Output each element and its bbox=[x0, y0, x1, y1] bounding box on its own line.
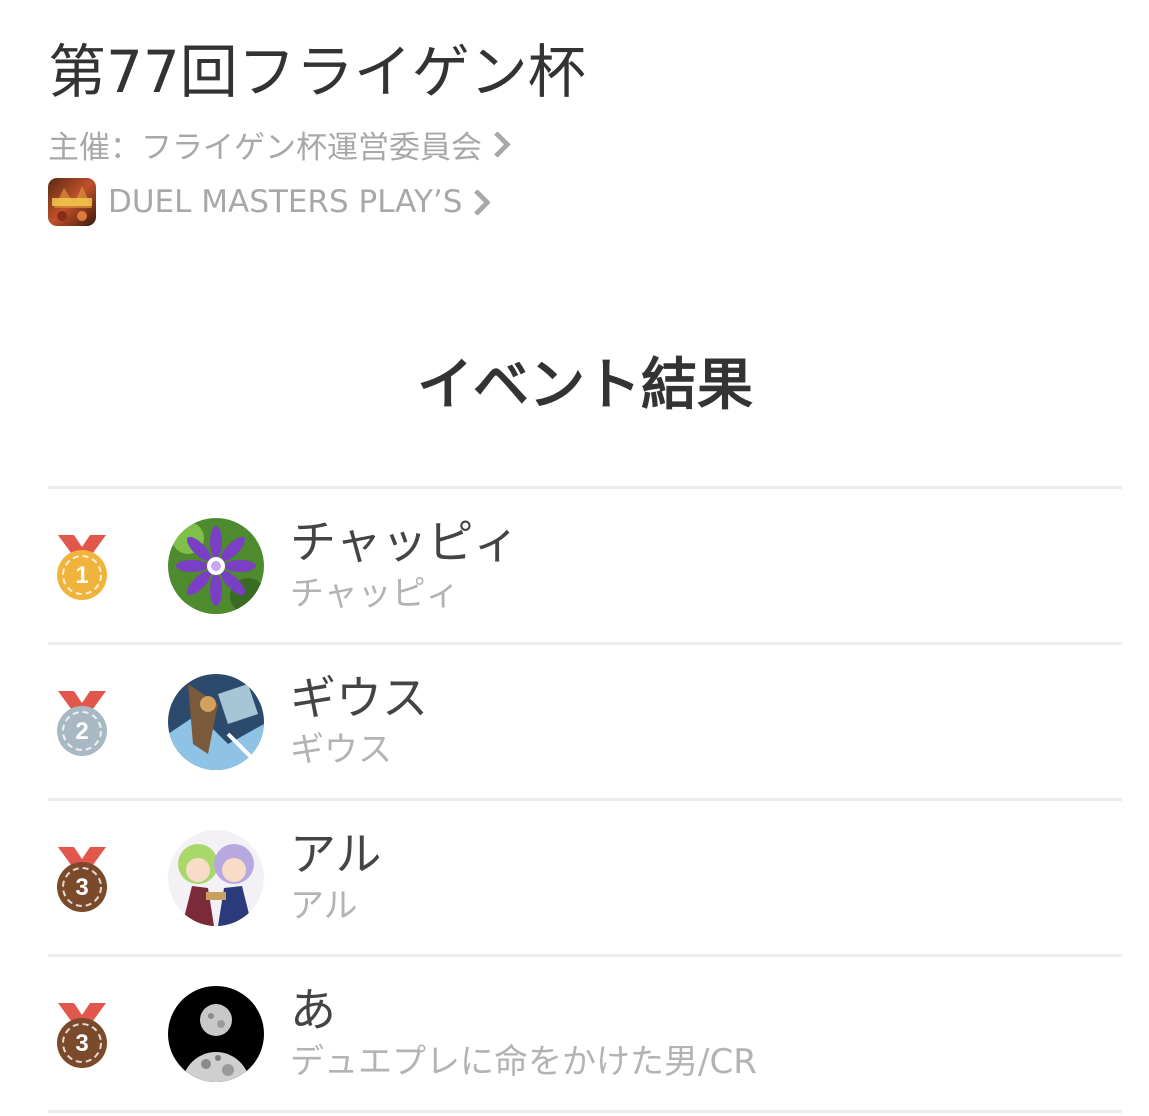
player-names: あ デュエプレに命をかけた男/CR bbox=[290, 981, 757, 1085]
player-names: ギウス ギウス bbox=[290, 669, 428, 773]
avatar[interactable] bbox=[168, 830, 264, 926]
player-names: チャッピィ チャッピィ bbox=[290, 513, 520, 617]
result-row[interactable]: 3 あ デュエプレに命をかけた男/CR bbox=[48, 957, 1122, 1113]
event-header: 第77回フライゲン杯 主催：フライゲン杯運営委員会 DUEL MASTERS P… bbox=[48, 30, 1108, 226]
game-link[interactable]: DUEL MASTERS PLAY’S bbox=[48, 178, 1108, 226]
results-heading: イベント結果 bbox=[417, 353, 753, 418]
result-row[interactable]: 3 アル アル bbox=[48, 801, 1122, 957]
avatar[interactable] bbox=[168, 518, 264, 614]
player-subname: デュエプレに命をかけた男/CR bbox=[290, 1042, 757, 1082]
player-subname: チャッピィ bbox=[290, 574, 460, 614]
bronze-medal-icon: 3 bbox=[57, 847, 107, 912]
silver-medal-icon: 2 bbox=[57, 691, 107, 756]
event-title: 第77回フライゲン杯 bbox=[48, 38, 586, 106]
result-row[interactable]: 1 チャッピィ チャッピィ bbox=[48, 489, 1122, 645]
game-label: DUEL MASTERS PLAY’S bbox=[108, 184, 463, 220]
bronze-medal-icon: 3 bbox=[57, 1003, 107, 1068]
avatar[interactable] bbox=[168, 986, 264, 1082]
medal-rank: 2 bbox=[75, 718, 88, 745]
gold-medal-icon: 1 bbox=[57, 535, 107, 600]
player-subname: アル bbox=[290, 886, 358, 926]
organizer-link[interactable]: 主催：フライゲン杯運営委員会 bbox=[48, 120, 1108, 168]
game-app-icon bbox=[48, 178, 96, 226]
player-name: ギウス bbox=[290, 671, 428, 725]
medal-rank: 3 bbox=[75, 874, 88, 901]
results-list: 1 チャッピィ チャッピィ 2 ギウス ギウス 3 アル アル 3 あ デュエプ… bbox=[48, 486, 1122, 1113]
player-name: アル bbox=[290, 827, 382, 881]
chevron-right-icon bbox=[484, 130, 511, 158]
player-names: アル アル bbox=[290, 825, 382, 929]
player-name: チャッピィ bbox=[290, 515, 520, 569]
organizer-label: 主催：フライゲン杯運営委員会 bbox=[48, 129, 482, 166]
result-row[interactable]: 2 ギウス ギウス bbox=[48, 645, 1122, 801]
chevron-right-icon bbox=[464, 188, 492, 216]
medal-rank: 3 bbox=[75, 1030, 88, 1057]
medal-rank: 1 bbox=[75, 562, 88, 589]
player-subname: ギウス bbox=[290, 730, 392, 770]
avatar[interactable] bbox=[168, 674, 264, 770]
player-name: あ bbox=[290, 983, 336, 1037]
